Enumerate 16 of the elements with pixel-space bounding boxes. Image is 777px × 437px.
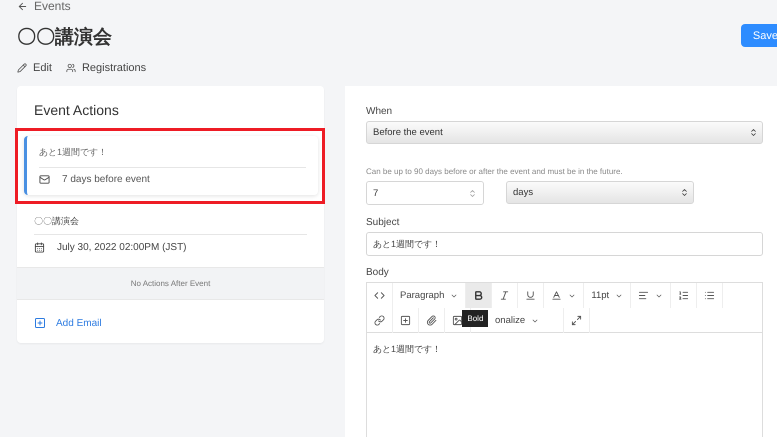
field-label: Subject (366, 217, 400, 228)
field-label: When (366, 106, 394, 117)
link-label: Registrations (82, 62, 146, 74)
action-timing: 7 days before event (62, 174, 150, 185)
card-title: Event Actions (33, 101, 120, 120)
add-email-label: Add Email (56, 318, 102, 328)
hint-text: Can be up to 90 days before or after the event and must be in the future. (366, 167, 624, 176)
link-label: Edit (33, 62, 52, 74)
tooltip: Bold (462, 310, 488, 327)
back-link-label: Events (34, 0, 71, 13)
empty-state-band: No Actions After Event (17, 267, 324, 300)
event-name: 〇〇講演会 (34, 215, 307, 235)
event-date: July 30, 2022 02:00PM (JST) (57, 242, 187, 253)
field-label: Body (366, 267, 390, 278)
page-title: 〇〇講演会 (17, 26, 113, 50)
action-subject: あと1週間です！ (39, 146, 306, 168)
